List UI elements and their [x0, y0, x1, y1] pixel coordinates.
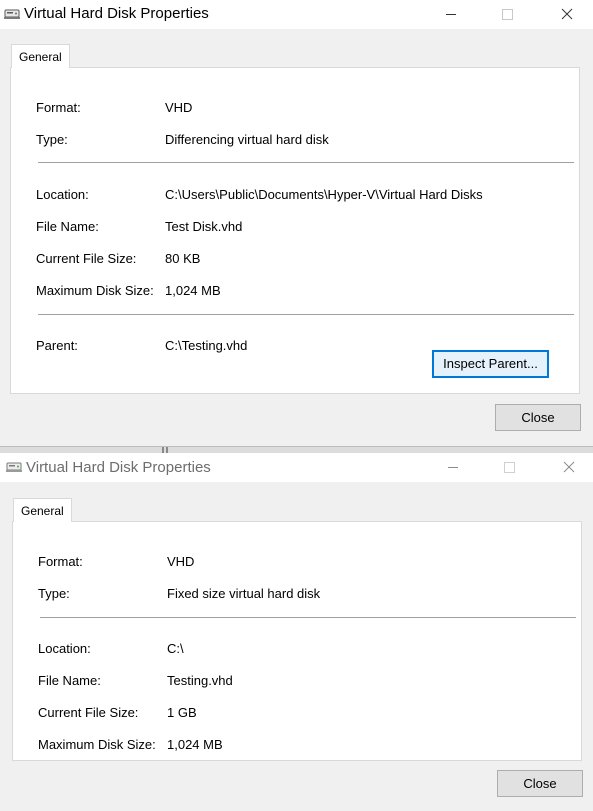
close-window-button[interactable] [547, 0, 587, 29]
parent-value: C:\Testing.vhd [165, 338, 248, 353]
maximize-button[interactable] [489, 453, 529, 482]
maximize-button[interactable] [487, 0, 527, 29]
close-icon [561, 8, 573, 20]
minimize-button[interactable] [433, 453, 473, 482]
maximize-icon [504, 462, 515, 473]
current-file-size-value: 80 KB [165, 251, 201, 266]
close-button[interactable]: Close [497, 770, 583, 797]
tab-general[interactable]: General [13, 498, 72, 522]
type-label: Type: [38, 586, 70, 601]
close-window-button[interactable] [549, 453, 589, 482]
location-value: C:\Users\Public\Documents\Hyper-V\Virtua… [165, 187, 483, 202]
maximize-icon [502, 9, 513, 20]
type-label: Type: [36, 132, 68, 147]
window-title: Virtual Hard Disk Properties [24, 5, 209, 22]
current-file-size-label: Current File Size: [38, 705, 139, 720]
file-name-value: Test Disk.vhd [165, 219, 243, 234]
separator [38, 314, 574, 315]
close-button[interactable]: Close [495, 404, 581, 431]
current-file-size-value: 1 GB [167, 705, 197, 720]
inspect-parent-button[interactable]: Inspect Parent... [432, 350, 549, 378]
maximum-disk-size-label: Maximum Disk Size: [36, 283, 154, 298]
format-value: VHD [165, 100, 193, 115]
location-label: Location: [36, 187, 89, 202]
maximum-disk-size-value: 1,024 MB [167, 737, 223, 752]
format-label: Format: [36, 100, 81, 115]
file-name-value: Testing.vhd [167, 673, 233, 688]
minimize-icon [448, 467, 458, 468]
format-value: VHD [167, 554, 195, 569]
close-icon [563, 461, 575, 473]
type-value: Fixed size virtual hard disk [167, 586, 321, 601]
title-bar[interactable]: Virtual Hard Disk Properties [0, 0, 593, 29]
location-label: Location: [38, 641, 91, 656]
separator [40, 617, 576, 618]
minimize-icon [446, 14, 456, 15]
maximum-disk-size-label: Maximum Disk Size: [38, 737, 156, 752]
maximum-disk-size-value: 1,024 MB [165, 283, 221, 298]
parent-label: Parent: [36, 338, 78, 353]
separator [38, 162, 574, 163]
virtual-disk-icon [6, 460, 22, 474]
type-value: Differencing virtual hard disk [165, 132, 329, 147]
vhd-properties-dialog-fixed: Virtual Hard Disk Properties General For… [0, 453, 593, 811]
format-label: Format: [38, 554, 83, 569]
title-bar[interactable]: Virtual Hard Disk Properties [0, 453, 593, 482]
virtual-disk-icon [4, 7, 20, 21]
vhd-properties-dialog-differencing: Virtual Hard Disk Properties General For… [0, 0, 593, 446]
minimize-button[interactable] [431, 0, 471, 29]
window-title: Virtual Hard Disk Properties [26, 459, 211, 476]
file-name-label: File Name: [36, 219, 99, 234]
current-file-size-label: Current File Size: [36, 251, 137, 266]
tab-general[interactable]: General [11, 44, 70, 68]
file-name-label: File Name: [38, 673, 101, 688]
window-separator [0, 446, 593, 454]
general-panel [12, 521, 582, 761]
location-value: C:\ [167, 641, 184, 656]
